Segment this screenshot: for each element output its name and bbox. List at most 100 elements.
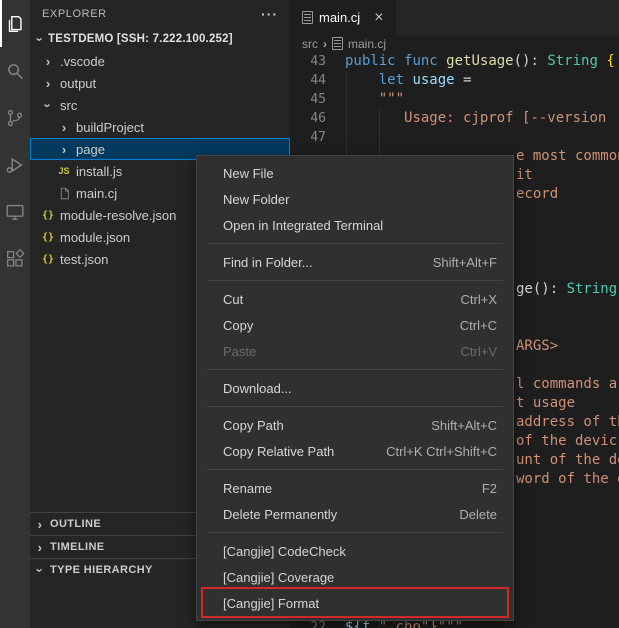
menu-item-new-folder[interactable]: New Folder xyxy=(197,186,513,212)
chevron-right-icon: › xyxy=(323,37,327,51)
menu-item-delete-permanently[interactable]: Delete PermanentlyDelete xyxy=(197,501,513,527)
panel-label: TIMELINE xyxy=(50,541,105,553)
code-line: 47 xyxy=(290,128,619,147)
tree-item-label: page xyxy=(76,142,105,157)
project-root-row[interactable]: › TESTDEMO [SSH: 7.222.100.252] xyxy=(30,28,290,50)
code-fragment: unt of the de xyxy=(516,451,619,470)
menu-item-label: New Folder xyxy=(223,192,289,207)
menu-item-cut[interactable]: CutCtrl+X xyxy=(197,286,513,312)
menu-item-shortcut: Ctrl+C xyxy=(460,318,497,333)
line-number: 46 xyxy=(290,109,326,128)
search-icon[interactable] xyxy=(0,47,30,94)
code-fragment: ARGS> xyxy=(516,337,558,356)
code-fragment: of the devic xyxy=(516,432,617,451)
menu-item-copy-relative-path[interactable]: Copy Relative PathCtrl+K Ctrl+Shift+C xyxy=(197,438,513,464)
panel-label: OUTLINE xyxy=(50,518,101,530)
breadcrumb-item-main-cj[interactable]: main.cj xyxy=(348,37,386,51)
tree-item-label: install.js xyxy=(76,164,122,179)
json-file-icon: {} xyxy=(40,210,56,221)
code-fragment: l commands are xyxy=(516,375,619,394)
tree-item-label: module.json xyxy=(60,230,130,245)
tree-item-vscode[interactable]: › .vscode xyxy=(30,50,290,72)
tree-item-src[interactable]: ›src xyxy=(30,94,290,116)
menu-item-rename[interactable]: Rename F2 xyxy=(197,475,513,501)
menu-item-find-in-folder[interactable]: Find in Folder...Shift+Alt+F xyxy=(197,249,513,275)
menu-item-label: New File xyxy=(223,166,274,181)
line-number: 43 xyxy=(290,52,326,71)
menu-item-copy-path[interactable]: Copy PathShift+Alt+C xyxy=(197,412,513,438)
activity-bar xyxy=(0,0,30,628)
menu-item-label: Rename xyxy=(223,481,272,496)
code-line: 45 """ xyxy=(290,90,619,109)
line-number: 45 xyxy=(290,90,326,109)
breadcrumb-item-src[interactable]: src xyxy=(302,37,318,51)
menu-item-label: Delete Permanently xyxy=(223,507,337,522)
code-text: Usage: cjprof [--version xyxy=(326,109,606,128)
tree-item-output[interactable]: › output xyxy=(30,72,290,94)
chevron-right-icon: › xyxy=(40,55,56,68)
chevron-down-icon: › xyxy=(34,31,47,47)
code-text: """ xyxy=(326,90,404,109)
chevron-right-icon: › xyxy=(56,143,72,156)
project-label: TESTDEMO [SSH: 7.222.100.252] xyxy=(48,33,233,45)
menu-item-shortcut: F2 xyxy=(482,481,497,496)
menu-item-label: Paste xyxy=(223,344,256,359)
run-debug-icon[interactable] xyxy=(0,141,30,188)
chevron-right-icon: › xyxy=(56,121,72,134)
code-text: public func getUsage(): String { xyxy=(326,52,615,71)
breadcrumb: src › main.cj xyxy=(290,35,619,52)
menu-item-cangjie-coverage[interactable]: [Cangjie] Coverage xyxy=(197,564,513,590)
tree-item-label: .vscode xyxy=(60,54,105,69)
chevron-right-icon: › xyxy=(32,518,48,531)
tree-item-label: src xyxy=(60,98,77,113)
menu-item-new-file[interactable]: New File xyxy=(197,160,513,186)
menu-item-paste[interactable]: PasteCtrl+V xyxy=(197,338,513,364)
menu-item-shortcut: Shift+Alt+C xyxy=(431,418,497,433)
tree-item-buildproject[interactable]: › buildProject xyxy=(30,116,290,138)
explorer-icon[interactable] xyxy=(0,0,30,47)
close-icon[interactable]: × xyxy=(374,10,383,26)
menu-item-cangjie-format[interactable]: [Cangjie] Format xyxy=(197,590,513,616)
menu-item-shortcut: Shift+Alt+F xyxy=(433,255,497,270)
menu-separator xyxy=(207,406,503,407)
menu-item-label: [Cangjie] Format xyxy=(223,596,319,611)
json-file-icon: {} xyxy=(40,254,56,265)
menu-item-open-in-integrated-terminal[interactable]: Open in Integrated Terminal xyxy=(197,212,513,238)
code-fragment: it xyxy=(516,166,533,185)
json-file-icon: {} xyxy=(40,232,56,243)
file-icon xyxy=(302,11,313,24)
menu-item-label: Copy xyxy=(223,318,253,333)
menu-separator xyxy=(207,280,503,281)
tab-main-cj[interactable]: main.cj × xyxy=(290,0,396,35)
menu-separator xyxy=(207,243,503,244)
chevron-right-icon: › xyxy=(32,541,48,554)
tab-bar: main.cj × xyxy=(290,0,619,35)
more-actions-icon[interactable]: ··· xyxy=(261,6,278,22)
chevron-down-icon: › xyxy=(34,562,47,578)
code-line: 44 let usage = xyxy=(290,71,619,90)
code-text xyxy=(326,128,345,147)
menu-item-label: Download... xyxy=(223,381,292,396)
tree-item-label: buildProject xyxy=(76,120,144,135)
code-fragment: e most common xyxy=(516,147,619,166)
js-file-icon: JS xyxy=(56,166,72,176)
code-line: 46 Usage: cjprof [--version xyxy=(290,109,619,128)
chevron-right-icon: › xyxy=(40,77,56,90)
code-text: let usage = xyxy=(326,71,471,90)
tree-item-label: output xyxy=(60,76,96,91)
menu-item-label: Copy Relative Path xyxy=(223,444,334,459)
line-number: 47 xyxy=(290,128,326,147)
tab-label: main.cj xyxy=(319,10,360,25)
remote-explorer-icon[interactable] xyxy=(0,188,30,235)
menu-separator xyxy=(207,369,503,370)
tree-item-label: module-resolve.json xyxy=(60,208,176,223)
menu-item-copy[interactable]: Copy Ctrl+C xyxy=(197,312,513,338)
menu-item-download[interactable]: Download... xyxy=(197,375,513,401)
code-fragment: ecord xyxy=(516,185,558,204)
code-lines: 43public func getUsage(): String {44 let… xyxy=(290,52,619,147)
file-icon xyxy=(332,37,343,50)
source-control-icon[interactable] xyxy=(0,94,30,141)
menu-item-cangjie-codecheck[interactable]: [Cangjie] CodeCheck xyxy=(197,538,513,564)
sidebar-title: EXPLORER xyxy=(42,8,107,20)
extensions-icon[interactable] xyxy=(0,235,30,282)
